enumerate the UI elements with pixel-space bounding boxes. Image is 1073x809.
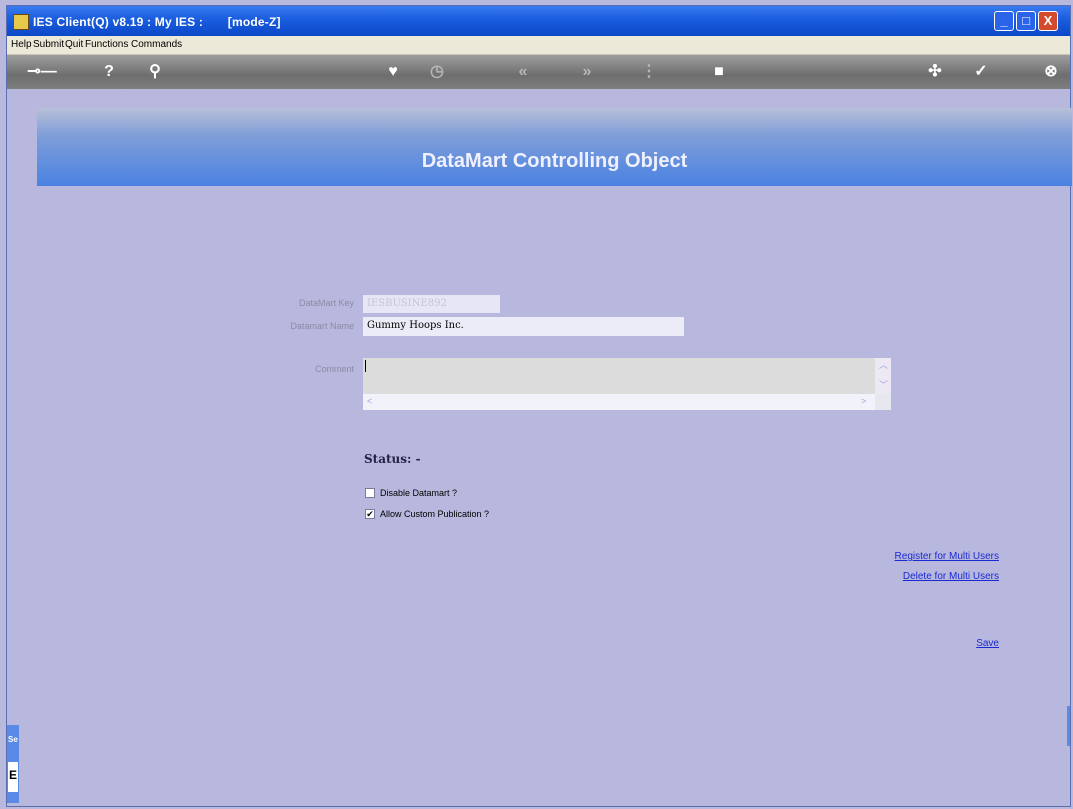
page-title: DataMart Controlling Object: [421, 150, 688, 172]
menu-bar: Help Submit Quit Functions Commands: [7, 36, 1070, 55]
right-edge-tab[interactable]: [1067, 706, 1070, 746]
close-window-button[interactable]: X: [1038, 11, 1058, 31]
menu-quit[interactable]: Quit: [65, 39, 83, 50]
vertical-scrollbar[interactable]: ︿ ﹀: [875, 358, 891, 394]
menu-help[interactable]: Help: [11, 39, 32, 50]
scroll-up-icon[interactable]: ︿: [879, 358, 888, 371]
side-tab-button[interactable]: E: [8, 762, 18, 792]
list-icon[interactable]: ⋮: [637, 60, 661, 84]
register-multi-users-link[interactable]: Register for Multi Users: [799, 551, 999, 562]
maximize-button[interactable]: □: [1016, 11, 1036, 31]
allow-custom-publication-checkbox[interactable]: ✔: [365, 509, 375, 519]
menu-commands[interactable]: Commands: [131, 39, 182, 50]
close-icon[interactable]: ⊗: [1039, 60, 1063, 84]
datamart-name-label: Datamart Name: [290, 321, 354, 331]
horizontal-scrollbar[interactable]: < >: [363, 394, 875, 410]
datamart-key-field: IESBUSINE892: [363, 295, 500, 313]
delete-multi-users-link[interactable]: Delete for Multi Users: [799, 571, 999, 582]
comment-text[interactable]: [363, 358, 875, 394]
forward-icon[interactable]: »: [575, 60, 599, 84]
title-bar: IES Client(Q) v8.19 : My IES : [mode-Z] …: [7, 6, 1070, 36]
side-tab-label[interactable]: Se: [8, 735, 18, 744]
ok-icon[interactable]: ✓: [969, 60, 993, 84]
key-icon[interactable]: ⊸—: [25, 60, 59, 84]
side-tab-text: E: [9, 768, 18, 782]
allow-custom-publication-label: Allow Custom Publication ?: [380, 509, 490, 519]
scroll-right-icon[interactable]: >: [861, 396, 866, 406]
search-icon[interactable]: ⚲: [143, 60, 167, 84]
help-icon[interactable]: ?: [97, 60, 121, 84]
disable-datamart-checkbox[interactable]: [365, 488, 375, 498]
window-title: IES Client(Q) v8.19 : My IES : [mode-Z]: [33, 15, 281, 29]
text-caret: [365, 360, 366, 372]
scroll-down-icon[interactable]: ﹀: [879, 378, 888, 391]
header-banner: DataMart Controlling Object: [37, 108, 1072, 186]
heart-icon[interactable]: ♥: [381, 60, 405, 84]
comment-label: Comment: [314, 364, 354, 374]
menu-functions[interactable]: Functions: [85, 39, 128, 50]
datamart-name-field[interactable]: Gummy Hoops Inc.: [363, 317, 684, 336]
status-text: Status: -: [364, 452, 421, 466]
app-icon: [13, 14, 29, 30]
stop-icon[interactable]: ■: [707, 60, 731, 84]
app-window: IES Client(Q) v8.19 : My IES : [mode-Z] …: [6, 5, 1072, 807]
disable-datamart-label: Disable Datamart ?: [380, 488, 458, 498]
side-panel[interactable]: Se E: [7, 725, 19, 803]
toolbar: ⊸— ? ⚲ ♥ ◷ « » ⋮ ■ ✣ ✓ ⊗: [7, 55, 1070, 89]
save-link[interactable]: Save: [899, 638, 999, 649]
clock-icon[interactable]: ◷: [425, 60, 449, 84]
comment-textarea[interactable]: ︿ ﹀ < >: [363, 358, 891, 410]
tools-icon[interactable]: ✣: [923, 60, 947, 84]
minimize-button[interactable]: _: [994, 11, 1014, 31]
menu-submit[interactable]: Submit: [33, 39, 64, 50]
scroll-corner: [875, 394, 891, 410]
back-icon[interactable]: «: [511, 60, 535, 84]
scroll-left-icon[interactable]: <: [367, 396, 372, 406]
datamart-key-label: DataMart Key: [298, 298, 354, 308]
